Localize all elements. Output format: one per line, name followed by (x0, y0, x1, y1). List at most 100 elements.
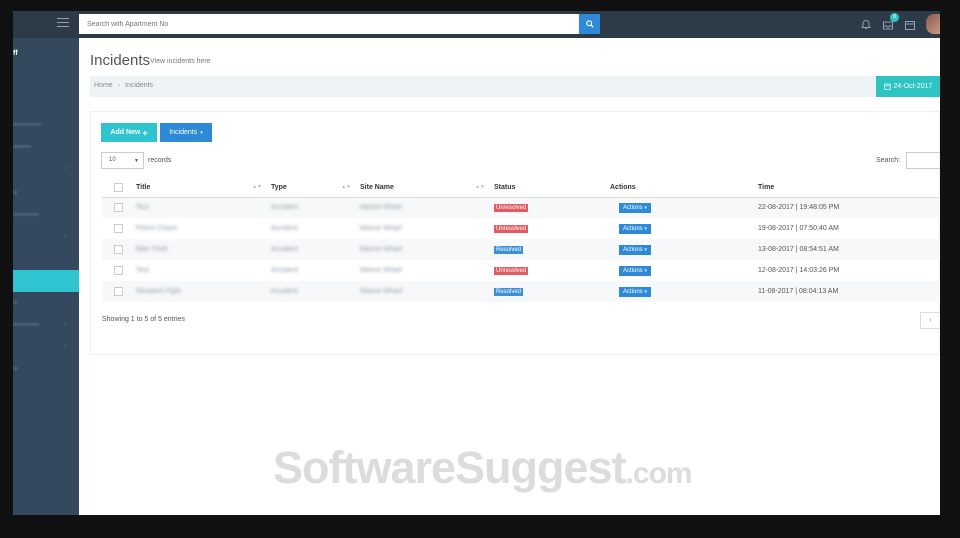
title-text: Test (136, 204, 149, 212)
actions-label: Actions (623, 204, 643, 211)
cell-title: Bike Theft (132, 239, 267, 260)
table-search-input[interactable] (906, 152, 940, 169)
column-header-site-name[interactable]: Site Name ▲▼ (356, 178, 490, 198)
column-header-type[interactable]: Type ▲▼ (267, 178, 356, 198)
incidents-dropdown-label: Incidents (169, 129, 198, 136)
sidebar-item-4[interactable] (13, 213, 39, 216)
top-icon-group: 8 (860, 13, 940, 34)
watermark-suffix: .com (625, 457, 693, 490)
page-length-select[interactable]: 10 ▼ (101, 152, 144, 169)
cell-status: Unresolved (490, 197, 606, 218)
title-text: Resident Fight (136, 288, 182, 295)
cell-status: Unresolved (490, 218, 606, 239)
row-actions-button[interactable]: Actions ▾ (619, 202, 651, 213)
sidebar-item-3[interactable] (13, 191, 17, 194)
column-title-label: Title (136, 183, 151, 191)
sidebar-item-incidents-active[interactable] (13, 270, 79, 292)
cell-site-name: Marine Wharf (356, 239, 490, 260)
column-header-time: Time (754, 178, 940, 198)
cell-time: 22-08-2017 | 19:48:05 PM (754, 197, 940, 218)
row-actions-button[interactable]: Actions ▾ (619, 244, 651, 255)
column-site-label: Site Name (360, 183, 394, 191)
type-text: Accident (271, 267, 298, 274)
sidebar-item-5[interactable] (13, 301, 17, 304)
type-text: Accident (271, 246, 298, 253)
column-header-title[interactable]: Title ▲▼ (132, 178, 267, 198)
type-text: Accident (271, 288, 298, 295)
row-checkbox[interactable] (114, 245, 123, 254)
chevron-down-icon: ▾ (644, 204, 647, 211)
cell-actions: Actions ▾ (606, 197, 754, 218)
watermark: SoftwareSuggest.com (273, 442, 693, 494)
date-button[interactable]: 24-Oct-2017 (876, 76, 940, 97)
sidebar-item-1[interactable] (13, 123, 41, 126)
chevron-down-icon: ▼ (134, 158, 139, 164)
actions-label: Actions (623, 225, 643, 232)
sort-icon: ▲▼ (475, 184, 485, 190)
breadcrumb-home[interactable]: Home (94, 82, 113, 89)
cell-time: 13-08-2017 | 08:54:51 AM (754, 239, 940, 260)
chevron-down-icon: ▾ (644, 267, 647, 274)
status-badge: Resolved (494, 245, 524, 254)
sidebar-chevron-icon: ‹ (64, 166, 66, 172)
calendar-icon[interactable] (904, 18, 916, 30)
row-select-cell (102, 239, 132, 260)
apartment-search-input[interactable] (79, 14, 579, 34)
row-actions-button[interactable]: Actions ▾ (619, 265, 651, 276)
search-button[interactable] (579, 14, 600, 34)
page-title: Incidents (90, 52, 151, 69)
cell-type: Accident (267, 239, 356, 260)
incidents-table: Title ▲▼ Type ▲▼ Site Name ▲▼ Status Action… (102, 178, 940, 302)
title-text: Bike Theft (136, 246, 168, 253)
table-row[interactable]: Police Chase Accident Marine Wharf Unresolv… (102, 218, 940, 239)
main-content: Incidents View incidents here Home › Incid… (79, 38, 940, 515)
site-text: Marine Wharf (360, 288, 403, 295)
column-type-label: Type (271, 183, 287, 191)
row-actions-button[interactable]: Actions ▾ (619, 286, 651, 297)
row-actions-button[interactable]: Actions ▾ (619, 223, 651, 234)
app-window: 8 ff ‹ ‹ ‹ ‹ Incidents View incidents he… (13, 11, 940, 515)
row-select-cell (102, 218, 132, 239)
status-badge: Resolved (494, 287, 524, 296)
table-row[interactable]: Test Accident Marine Wharf Unresolved Action… (102, 197, 940, 218)
row-checkbox[interactable] (114, 287, 123, 296)
add-new-button[interactable]: Add New + (101, 123, 157, 142)
cell-title: Police Chase (132, 218, 267, 239)
table-row[interactable]: Bike Theft Accident Marine Wharf Resolved Ac… (102, 239, 940, 260)
sidebar-item-6[interactable] (13, 323, 39, 326)
title-text: Police Chase (136, 225, 178, 232)
sidebar-item-2[interactable] (13, 145, 31, 148)
watermark-main: SoftwareSuggest (273, 442, 627, 493)
column-header-actions: Actions (606, 178, 754, 198)
column-actions-label: Actions (610, 183, 636, 191)
title-text: Test (136, 267, 149, 274)
user-avatar[interactable] (926, 14, 940, 34)
incidents-dropdown-button[interactable]: Incidents ▾ (160, 123, 212, 142)
row-checkbox[interactable] (114, 266, 123, 275)
table-row[interactable]: Test Accident Marine Wharf Unresolved Action… (102, 260, 940, 281)
bell-icon[interactable] (860, 18, 872, 30)
chevron-down-icon: ▾ (644, 225, 647, 232)
table-row[interactable]: Resident Fight Accident Marine Wharf Resolv… (102, 281, 940, 302)
cell-status: Resolved (490, 239, 606, 260)
status-badge: Unresolved (494, 224, 529, 233)
row-checkbox[interactable] (114, 224, 123, 233)
select-all-header (102, 178, 132, 198)
calendar-icon (883, 83, 891, 90)
table-search-label: Search: (876, 157, 901, 164)
cell-actions: Actions ▾ (606, 218, 754, 239)
sort-icon: ▲▼ (341, 184, 351, 190)
table-info: Showing 1 to 5 of 5 entries (102, 316, 185, 323)
select-all-checkbox[interactable] (114, 182, 123, 192)
row-select-cell (102, 281, 132, 302)
time-text: 12-08-2017 | 14:03:26 PM (758, 267, 840, 274)
date-label: 24-Oct-2017 (893, 83, 933, 90)
sidebar-item-7[interactable] (13, 367, 18, 370)
hamburger-menu-icon[interactable] (57, 18, 69, 28)
pagination-prev-button[interactable]: ‹ (920, 312, 940, 329)
cell-site-name: Marine Wharf (356, 281, 490, 302)
column-header-status: Status (490, 178, 606, 198)
actions-label: Actions (623, 267, 643, 274)
inbox-icon[interactable]: 8 (882, 13, 899, 30)
row-checkbox[interactable] (114, 203, 123, 213)
